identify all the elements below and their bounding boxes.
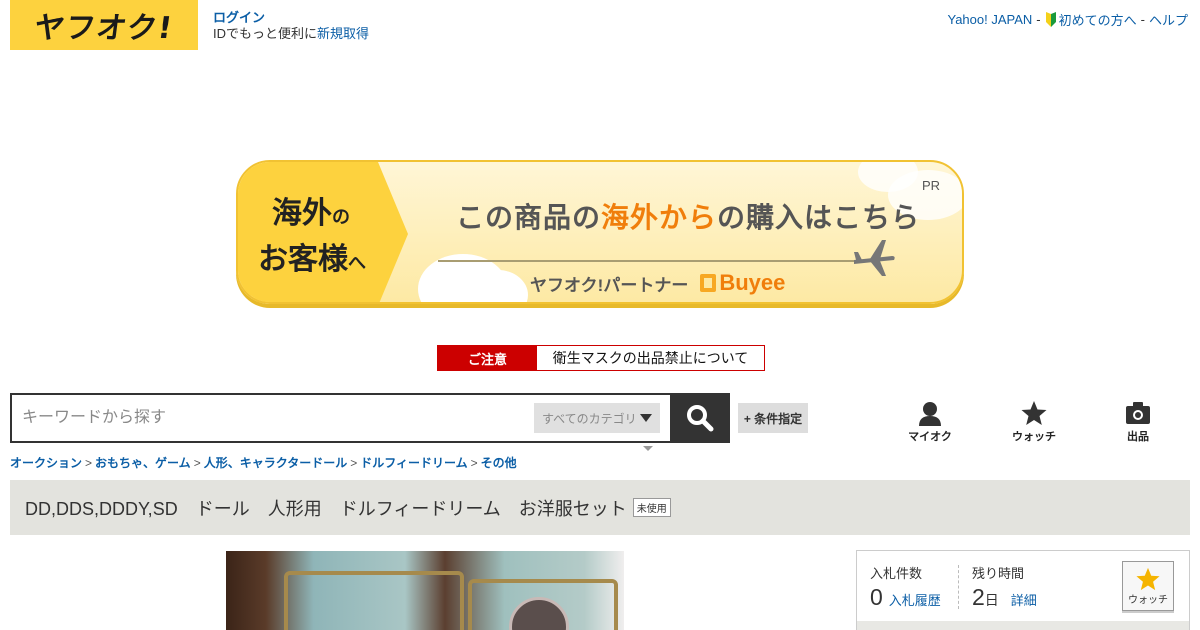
camera-icon — [1126, 402, 1150, 424]
beginner-mark-icon — [1045, 12, 1056, 27]
caret-down-icon — [643, 446, 653, 451]
time-detail-link[interactable]: 詳細 — [1011, 590, 1037, 609]
category-select-label: すべてのカテゴリ — [542, 411, 637, 426]
time-left-value: 2 — [972, 584, 985, 610]
login-area: ログイン IDでもっと便利に新規取得 — [213, 10, 369, 42]
nav-sell[interactable]: 出品 — [1103, 400, 1173, 444]
login-link[interactable]: ログイン — [213, 10, 369, 26]
logo-text: ヤフオク! — [32, 11, 176, 46]
breadcrumb-separator: > — [85, 456, 93, 470]
nav-myauc-label: マイオク — [908, 431, 952, 443]
search-button[interactable] — [670, 394, 730, 442]
star-icon — [1021, 401, 1047, 425]
nav-watch-label: ウォッチ — [1012, 431, 1056, 443]
watch-button-label: ウォッチ — [1128, 594, 1168, 606]
banner-headline: この商品の海外からの購入はこちら — [456, 201, 921, 234]
time-left: 残り時間 2 日詳細 — [972, 563, 1037, 611]
item-title: DD,DDS,DDDY,SD ドール 人形用 ドルフィードリーム お洋服セット — [25, 498, 627, 519]
star-icon — [1136, 567, 1160, 590]
banner-partner: ヤフオク!パートナー Buyee — [530, 270, 785, 296]
category-select[interactable]: すべてのカテゴリ — [534, 403, 660, 433]
banner-left-panel: 海外の お客様へ — [238, 162, 408, 302]
user-icon — [919, 402, 941, 426]
partner-label: ヤフオク!パートナー — [530, 275, 689, 295]
notice-box[interactable]: ご注意 衛生マスクの出品禁止について — [437, 345, 765, 371]
breadcrumb-item[interactable]: オークション — [10, 456, 82, 470]
search-bar: すべてのカテゴリ — [10, 393, 730, 443]
nav-sell-label: 出品 — [1127, 431, 1149, 443]
login-sub-text: IDでもっと便利に — [213, 26, 318, 41]
link-separator: - — [1140, 12, 1145, 27]
product-image[interactable] — [226, 551, 624, 630]
bid-panel-footer — [857, 621, 1189, 630]
beginner-link[interactable]: 初めての方へ — [1045, 10, 1137, 29]
top-links: Yahoo! JAPAN - 初めての方へ - ヘルプ — [947, 10, 1188, 29]
breadcrumb-separator: > — [470, 456, 478, 470]
dropdown-arrow-icon — [640, 414, 652, 422]
banner-left-line1: 海外の — [272, 196, 350, 231]
bid-count-label: 入札件数 — [870, 566, 923, 581]
breadcrumb-item[interactable]: その他 — [481, 456, 517, 470]
help-link[interactable]: ヘルプ — [1149, 10, 1188, 29]
breadcrumb-item[interactable]: ドルフィードリーム — [360, 456, 467, 470]
beginner-link-label: 初めての方へ — [1058, 13, 1137, 28]
notice-tag: ご注意 — [438, 346, 537, 370]
pr-label: PR — [921, 178, 940, 193]
register-link[interactable]: 新規取得 — [317, 26, 369, 41]
buyee-logo: Buyee — [700, 270, 785, 296]
time-left-unit: 日 — [984, 592, 999, 608]
nav-watch[interactable]: ウォッチ — [999, 400, 1069, 444]
watch-button[interactable]: ウォッチ — [1122, 561, 1174, 611]
airplane-icon — [854, 240, 895, 276]
yahuoku-logo[interactable]: ヤフオク! — [10, 0, 198, 50]
breadcrumb-separator: > — [350, 456, 358, 470]
item-title-bar: DD,DDS,DDDY,SD ドール 人形用 ドルフィードリーム お洋服セット … — [10, 480, 1190, 535]
search-input[interactable] — [12, 395, 534, 441]
breadcrumb-item[interactable]: おもちゃ、ゲーム — [95, 456, 191, 470]
condition-button[interactable]: + 条件指定 — [738, 403, 808, 433]
bid-divider — [958, 565, 959, 609]
breadcrumb: オークション > おもちゃ、ゲーム > 人形、キャラクタードール > ドルフィードリーム > そ… — [10, 454, 517, 471]
flight-line — [438, 260, 858, 262]
image-frame-decoration — [284, 571, 464, 630]
yahoo-japan-link[interactable]: Yahoo! JAPAN — [947, 12, 1032, 27]
time-left-label: 残り時間 — [972, 566, 1025, 581]
bid-history-link[interactable]: 入札履歴 — [889, 590, 941, 609]
banner-left-line2: お客様へ — [258, 242, 366, 277]
nav-myauc[interactable]: マイオク — [895, 400, 965, 444]
link-separator: - — [1036, 12, 1041, 27]
breadcrumb-separator: > — [193, 456, 201, 470]
overseas-banner[interactable]: 海外の お客様へ この商品の海外からの購入はこちら ヤフオク!パートナー Buy… — [236, 160, 964, 304]
buyee-bag-icon — [700, 274, 717, 292]
condition-badge: 未使用 — [632, 498, 671, 517]
breadcrumb-item[interactable]: 人形、キャラクタードール — [204, 456, 348, 470]
notice-link[interactable]: 衛生マスクの出品禁止について — [537, 346, 764, 370]
bid-count-value: 0 — [870, 584, 883, 610]
bid-count: 入札件数 0 入札履歴 — [870, 563, 941, 611]
search-icon — [687, 405, 714, 432]
bid-panel: 入札件数 0 入札履歴 残り時間 2 日詳細 ウォッチ — [856, 550, 1190, 630]
